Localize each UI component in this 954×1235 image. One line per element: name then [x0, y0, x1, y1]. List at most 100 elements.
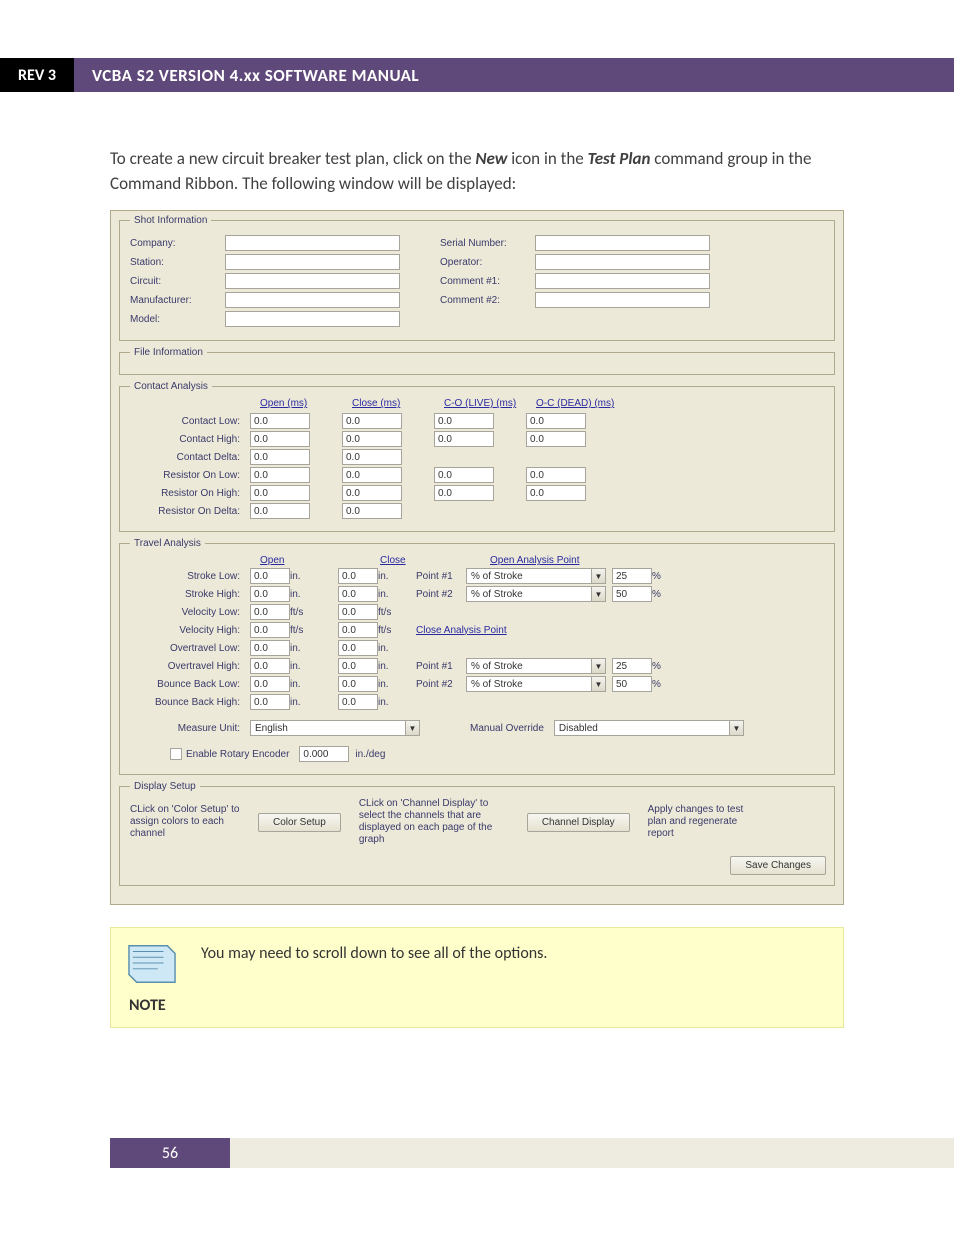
contact-analysis-legend: Contact Analysis [130, 381, 212, 392]
resistor-low-oc[interactable] [526, 467, 586, 483]
stroke-high-open[interactable] [250, 586, 290, 602]
rotary-encoder-label: Enable Rotary Encoder [186, 749, 289, 760]
velocity-high-label: Velocity High: [130, 625, 250, 636]
travel-analysis-group: Travel Analysis Open Close Open Analysis… [119, 538, 835, 775]
contact-low-oc[interactable] [526, 413, 586, 429]
contact-low-co[interactable] [434, 413, 494, 429]
rotary-encoder-checkbox[interactable] [170, 748, 182, 760]
resistor-delta-label: Resistor On Delta: [130, 506, 250, 517]
velocity-high-open[interactable] [250, 622, 290, 638]
resistor-low-close[interactable] [342, 467, 402, 483]
rotary-encoder-input[interactable] [299, 746, 349, 762]
contact-delta-label: Contact Delta: [130, 452, 250, 463]
intro-text: To create a new circuit breaker test pla… [110, 148, 475, 169]
stroke-high-close[interactable] [338, 586, 378, 602]
bounce-low-label: Bounce Back Low: [130, 679, 250, 690]
intro-text2: icon in the [511, 148, 587, 169]
channel-display-button[interactable]: Channel Display [527, 813, 630, 832]
cap-point1-select[interactable]: % of Stroke▼ [466, 658, 606, 674]
bounce-low-close[interactable] [338, 676, 378, 692]
overtravel-high-open[interactable] [250, 658, 290, 674]
serial-input[interactable] [535, 235, 710, 251]
contact-low-open[interactable] [250, 413, 310, 429]
contact-high-close[interactable] [342, 431, 402, 447]
unit-fts: ft/s [290, 607, 318, 618]
color-setup-button[interactable]: Color Setup [258, 813, 341, 832]
overtravel-low-label: Overtravel Low: [130, 643, 250, 654]
page-number: 56 [110, 1138, 230, 1168]
col-cap: Close Analysis Point [416, 625, 507, 636]
cap-point1-input[interactable] [612, 658, 652, 674]
bounce-low-open[interactable] [250, 676, 290, 692]
resistor-delta-close[interactable] [342, 503, 402, 519]
operator-label: Operator: [440, 257, 525, 268]
point2-label: Point #2 [416, 589, 466, 600]
cap-point2-label: Point #2 [416, 679, 466, 690]
chevron-down-icon: ▼ [591, 569, 605, 583]
col-open-travel: Open [260, 555, 380, 566]
manufacturer-label: Manufacturer: [130, 295, 215, 306]
resistor-delta-open[interactable] [250, 503, 310, 519]
stroke-low-close[interactable] [338, 568, 378, 584]
contact-analysis-group: Contact Analysis Open (ms) Close (ms) C-… [119, 381, 835, 532]
oap-point1-select[interactable]: % of Stroke▼ [466, 568, 606, 584]
comment1-input[interactable] [535, 273, 710, 289]
oap-point1-input[interactable] [612, 568, 652, 584]
operator-input[interactable] [535, 254, 710, 270]
rev-badge: REV 3 [0, 58, 74, 92]
cap-point1-value: % of Stroke [467, 661, 591, 672]
resistor-low-open[interactable] [250, 467, 310, 483]
bounce-high-close[interactable] [338, 694, 378, 710]
manual-override-select[interactable]: Disabled▼ [554, 720, 744, 736]
contact-delta-close[interactable] [342, 449, 402, 465]
contact-high-co[interactable] [434, 431, 494, 447]
note-icon [123, 940, 181, 988]
resistor-high-co[interactable] [434, 485, 494, 501]
overtravel-low-close[interactable] [338, 640, 378, 656]
contact-delta-open[interactable] [250, 449, 310, 465]
cap-point2-select[interactable]: % of Stroke▼ [466, 676, 606, 692]
comment2-input[interactable] [535, 292, 710, 308]
oap-point2-input[interactable] [612, 586, 652, 602]
oap-point1-value: % of Stroke [467, 571, 591, 582]
unit-in: in. [378, 589, 406, 600]
company-input[interactable] [225, 235, 400, 251]
save-changes-button[interactable]: Save Changes [730, 856, 826, 875]
doc-title: VCBA S2 VERSION 4.xx SOFTWARE MANUAL [74, 58, 954, 92]
chevron-down-icon: ▼ [591, 659, 605, 673]
display-setup-group: Display Setup CLick on 'Color Setup' to … [119, 781, 835, 886]
col-oc: O-C (DEAD) (ms) [536, 398, 628, 409]
chevron-down-icon: ▼ [729, 721, 743, 735]
overtravel-low-open[interactable] [250, 640, 290, 656]
resistor-high-oc[interactable] [526, 485, 586, 501]
model-input[interactable] [225, 311, 400, 327]
velocity-low-close[interactable] [338, 604, 378, 620]
contact-high-oc[interactable] [526, 431, 586, 447]
resistor-high-open[interactable] [250, 485, 310, 501]
unit-in: in. [378, 661, 406, 672]
resistor-high-close[interactable] [342, 485, 402, 501]
col-close-travel: Close [380, 555, 490, 566]
stroke-high-label: Stroke High: [130, 589, 250, 600]
velocity-low-open[interactable] [250, 604, 290, 620]
unit-in: in. [290, 643, 318, 654]
station-input[interactable] [225, 254, 400, 270]
note-label: NOTE [129, 996, 825, 1015]
velocity-high-close[interactable] [338, 622, 378, 638]
contact-high-open[interactable] [250, 431, 310, 447]
circuit-input[interactable] [225, 273, 400, 289]
resistor-low-co[interactable] [434, 467, 494, 483]
stroke-low-open[interactable] [250, 568, 290, 584]
travel-analysis-legend: Travel Analysis [130, 538, 205, 549]
cap-point2-input[interactable] [612, 676, 652, 692]
measure-unit-select[interactable]: English▼ [250, 720, 420, 736]
serial-label: Serial Number: [440, 238, 525, 249]
screenshot-panel: Shot Information Company: Station: Circu… [110, 210, 844, 905]
cap-point2-value: % of Stroke [467, 679, 591, 690]
measure-unit-label: Measure Unit: [130, 723, 250, 734]
overtravel-high-close[interactable] [338, 658, 378, 674]
bounce-high-open[interactable] [250, 694, 290, 710]
contact-low-close[interactable] [342, 413, 402, 429]
manufacturer-input[interactable] [225, 292, 400, 308]
oap-point2-select[interactable]: % of Stroke▼ [466, 586, 606, 602]
